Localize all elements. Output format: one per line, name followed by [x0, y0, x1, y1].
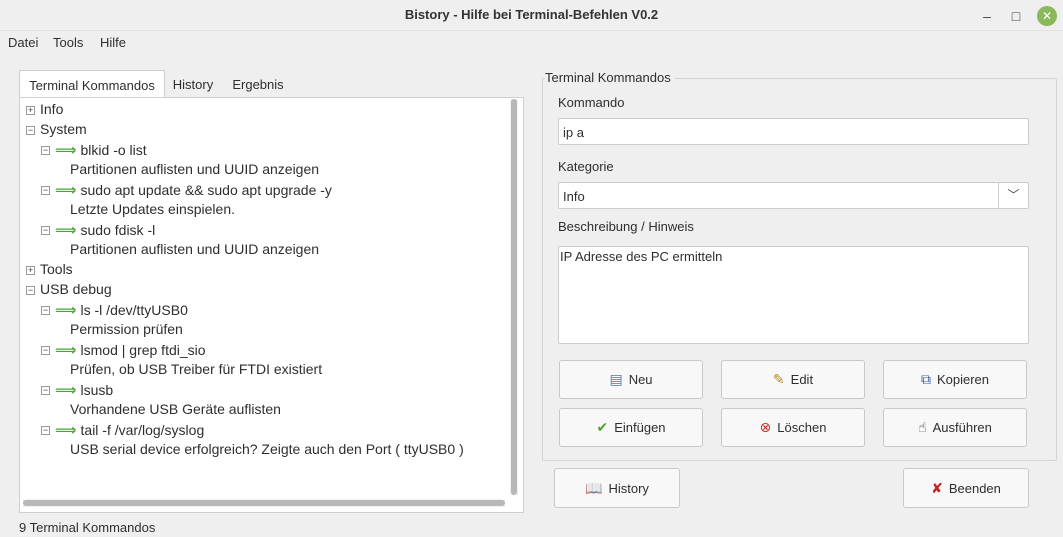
ausfuehren-button[interactable]: ☝ Ausführen	[883, 408, 1027, 447]
tree-item-label: System	[40, 121, 87, 137]
checkmark-icon: ✔	[596, 419, 609, 435]
collapse-icon[interactable]: −	[41, 226, 50, 235]
tree-command-item[interactable]: − ⟹ lsmod | grep ftdi_sio	[41, 341, 206, 359]
collapse-icon[interactable]: −	[41, 346, 50, 355]
menu-datei[interactable]: Datei	[8, 35, 38, 50]
collapse-icon[interactable]: −	[41, 386, 50, 395]
title-bar: Bistory - Hilfe bei Terminal-Befehlen V0…	[0, 0, 1063, 31]
copy-icon: ⧉	[920, 371, 931, 387]
tree-item-label: Prüfen, ob USB Treiber für FTDI existier…	[70, 361, 323, 377]
tree-category-item[interactable]: + Info	[26, 101, 64, 117]
arrow-right-icon: ⟹	[55, 302, 77, 319]
edit-icon: ✎	[772, 371, 785, 387]
tree-vertical-scrollbar[interactable]	[510, 99, 518, 495]
arrow-right-icon: ⟹	[55, 422, 77, 439]
tree-command-item[interactable]: − ⟹ tail -f /var/log/syslog	[41, 421, 205, 439]
tree-item-label: Tools	[40, 261, 73, 277]
status-text: 9 Terminal Kommandos	[19, 520, 156, 535]
tree-item-label: Letzte Updates einspielen.	[70, 201, 235, 217]
tree-description-item[interactable]: Partitionen auflisten und UUID anzeigen	[70, 161, 319, 177]
delete-icon: ⊗	[759, 419, 772, 435]
tree-item-label: USB debug	[40, 281, 112, 297]
tree-item-label: ls -l /dev/ttyUSB0	[80, 302, 188, 318]
tree-item-label: Partitionen auflisten und UUID anzeigen	[70, 241, 320, 257]
tree-description-item[interactable]: USB serial device erfolgreich? Zeigte au…	[70, 441, 464, 457]
tree-item-label: sudo fdisk -l	[80, 222, 156, 238]
collapse-icon[interactable]: −	[41, 426, 50, 435]
einfuegen-button[interactable]: ✔ Einfügen	[559, 408, 703, 447]
arrow-right-icon: ⟹	[55, 142, 77, 159]
tree-item-label: lsusb	[80, 382, 114, 398]
tab-terminal-kommandos[interactable]: Terminal Kommandos	[19, 70, 165, 98]
window-icon: ▤	[609, 371, 623, 387]
minimize-button[interactable]: –	[977, 6, 997, 26]
menu-hilfe[interactable]: Hilfe	[100, 35, 126, 50]
tree-category-item[interactable]: − System	[26, 121, 87, 137]
tree-command-item[interactable]: − ⟹ blkid -o list	[41, 141, 147, 159]
tree-command-item[interactable]: − ⟹ sudo apt update && sudo apt upgrade -y	[41, 181, 332, 199]
tree-item-label: sudo apt update && sudo apt upgrade -y	[80, 182, 332, 198]
tree-item-label: Permission prüfen	[70, 321, 183, 337]
tree-description-item[interactable]: Vorhandene USB Geräte auflisten	[70, 401, 281, 417]
loeschen-button[interactable]: ⊗ Löschen	[721, 408, 865, 447]
arrow-right-icon: ⟹	[55, 222, 77, 239]
tree-item-label: tail -f /var/log/syslog	[80, 422, 205, 438]
collapse-icon[interactable]: −	[26, 286, 35, 295]
close-button[interactable]: ✕	[1037, 6, 1057, 26]
quit-icon: ✘	[931, 479, 943, 496]
collapse-icon[interactable]: −	[41, 186, 50, 195]
tree-description-item[interactable]: Partitionen auflisten und UUID anzeigen	[70, 241, 319, 257]
arrow-right-icon: ⟹	[55, 382, 77, 399]
menu-tools[interactable]: Tools	[53, 35, 83, 50]
menu-bar: Datei Tools Hilfe	[0, 31, 1063, 55]
neu-button[interactable]: ▤ Neu	[559, 360, 703, 399]
beschreibung-textarea[interactable]: IP Adresse des PC ermitteln	[558, 246, 1029, 344]
tree-item-label: Partitionen auflisten und UUID anzeigen	[70, 161, 320, 177]
tree-description-item[interactable]: Letzte Updates einspielen.	[70, 201, 235, 217]
tree-description-item[interactable]: Permission prüfen	[70, 321, 183, 337]
tree-command-item[interactable]: − ⟹ ls -l /dev/ttyUSB0	[41, 301, 188, 319]
expand-icon[interactable]: +	[26, 106, 35, 115]
arrow-right-icon: ⟹	[55, 342, 77, 359]
kategorie-value: Info	[563, 189, 585, 204]
window-title: Bistory - Hilfe bei Terminal-Befehlen V0…	[404, 7, 659, 22]
kommando-label: Kommando	[558, 95, 625, 110]
kategorie-select[interactable]: Info ﹀	[558, 182, 1029, 209]
tree-item-label: blkid -o list	[80, 142, 147, 158]
kategorie-label: Kategorie	[558, 159, 614, 174]
book-icon: 📖	[585, 479, 603, 496]
tree-category-item[interactable]: + Tools	[26, 261, 73, 277]
maximize-button[interactable]: □	[1006, 6, 1026, 26]
tree-item-label: USB serial device erfolgreich? Zeigte au…	[70, 441, 464, 457]
collapse-icon[interactable]: −	[41, 306, 50, 315]
tree-item-label: Vorhandene USB Geräte auflisten	[70, 401, 281, 417]
kommando-input[interactable]: ip a	[558, 118, 1029, 145]
arrow-right-icon: ⟹	[55, 182, 77, 199]
command-tree[interactable]: + Info − System − ⟹ blkid -o list Partitionen a…	[19, 97, 524, 513]
tree-item-label: Info	[40, 101, 64, 117]
history-button[interactable]: 📖 History	[554, 468, 680, 508]
beenden-button[interactable]: ✘ Beenden	[903, 468, 1029, 508]
kopieren-button[interactable]: ⧉ Kopieren	[883, 360, 1027, 399]
group-title: Terminal Kommandos	[545, 70, 675, 85]
edit-button[interactable]: ✎ Edit	[721, 360, 865, 399]
chevron-down-icon[interactable]: ﹀	[998, 183, 1028, 208]
beschreibung-label: Beschreibung / Hinweis	[558, 219, 694, 234]
tree-command-item[interactable]: − ⟹ lsusb	[41, 381, 114, 399]
collapse-icon[interactable]: −	[26, 126, 35, 135]
tab-ergebnis[interactable]: Ergebnis	[226, 70, 290, 98]
tree-horizontal-scrollbar[interactable]	[23, 499, 505, 507]
collapse-icon[interactable]: −	[41, 146, 50, 155]
run-icon: ☝	[918, 419, 927, 435]
tree-command-item[interactable]: − ⟹ sudo fdisk -l	[41, 221, 156, 239]
tree-category-item[interactable]: − USB debug	[26, 281, 112, 297]
tree-description-item[interactable]: Prüfen, ob USB Treiber für FTDI existier…	[70, 361, 322, 377]
expand-icon[interactable]: +	[26, 266, 35, 275]
tree-item-label: lsmod | grep ftdi_sio	[80, 342, 206, 358]
tab-history[interactable]: History	[167, 70, 219, 98]
